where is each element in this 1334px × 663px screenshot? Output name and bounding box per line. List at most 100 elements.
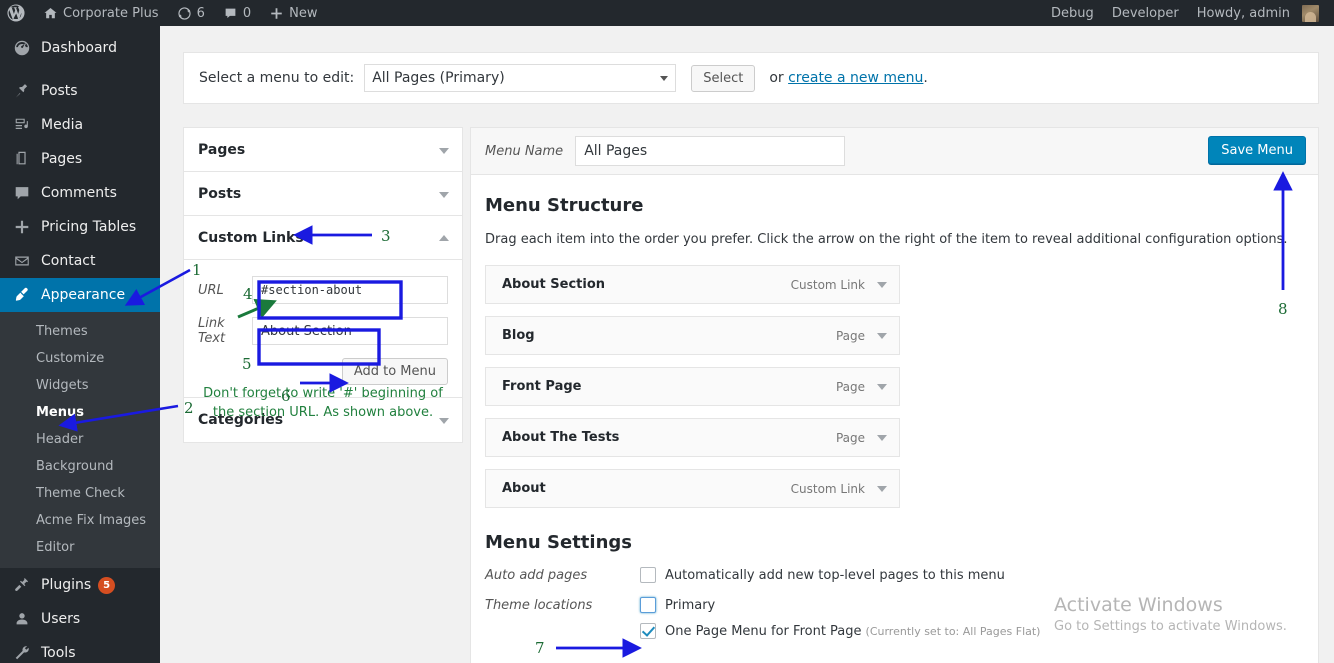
sidebar-item-editor[interactable]: Editor <box>0 534 160 561</box>
submenu-item-label: Themes <box>36 324 88 339</box>
menu-item-row[interactable]: Front Page Page <box>485 367 900 406</box>
link-text-input[interactable]: About Section <box>252 317 448 345</box>
user-icon <box>12 609 32 629</box>
accordion-title: Posts <box>198 185 242 202</box>
sidebar-item-pricing-tables[interactable]: Pricing Tables <box>0 210 160 244</box>
location-primary-checkbox[interactable] <box>640 597 656 613</box>
updates-icon <box>177 6 192 21</box>
accordion-title: Custom Links <box>198 229 304 246</box>
chevron-down-icon <box>877 434 887 441</box>
menu-item-row[interactable]: About Custom Link <box>485 469 900 508</box>
sidebar-item-background[interactable]: Background <box>0 453 160 480</box>
sidebar-item-dashboard[interactable]: Dashboard <box>0 31 160 65</box>
sidebar-item-posts[interactable]: Posts <box>0 74 160 108</box>
sidebar-item-label: Media <box>41 117 84 133</box>
menu-item-row[interactable]: About Section Custom Link <box>485 265 900 304</box>
comments-menu[interactable]: 0 <box>214 0 260 26</box>
submenu-item-label: Theme Check <box>36 486 125 501</box>
theme-locations-row: Theme locations Primary One Page Menu fo… <box>485 597 1304 639</box>
sidebar-item-contact[interactable]: Contact <box>0 244 160 278</box>
url-field-row: URL #section-about <box>198 276 448 304</box>
menu-item-toggle[interactable] <box>865 383 899 390</box>
create-new-menu-link[interactable]: create a new menu <box>788 70 923 86</box>
submenu-item-label: Customize <box>36 351 105 366</box>
chevron-down-icon <box>877 281 887 288</box>
submenu-item-label: Acme Fix Images <box>36 513 147 528</box>
menu-name-input[interactable]: All Pages <box>575 136 846 166</box>
menu-item-row[interactable]: Blog Page <box>485 316 900 355</box>
updates-menu[interactable]: 6 <box>168 0 214 26</box>
link-text-field-row: Link Text About Section <box>198 316 448 346</box>
sidebar-item-customize[interactable]: Customize <box>0 345 160 372</box>
site-name-label: Corporate Plus <box>63 5 159 21</box>
accordion-header-posts[interactable]: Posts <box>184 172 462 216</box>
auto-add-pages-checkbox-line[interactable]: Automatically add new top-level pages to… <box>640 567 1005 583</box>
sidebar-item-comments[interactable]: Comments <box>0 176 160 210</box>
location-primary-text: Primary <box>665 597 716 613</box>
menu-name-bar: Menu Name All Pages Save Menu <box>471 128 1318 175</box>
location-primary-line[interactable]: Primary <box>640 597 1040 613</box>
dashboard-icon <box>12 38 32 58</box>
or-suffix: . <box>923 70 928 86</box>
sidebar-item-widgets[interactable]: Widgets <box>0 372 160 399</box>
auto-add-pages-checkbox[interactable] <box>640 567 656 583</box>
sidebar-item-media[interactable]: Media <box>0 108 160 142</box>
hint-note: Don't forget to write '#' beginning of t… <box>203 386 443 420</box>
menu-item-toggle[interactable] <box>865 281 899 288</box>
auto-add-pages-options: Automatically add new top-level pages to… <box>640 567 1005 583</box>
sidebar-item-menus[interactable]: Menus <box>0 399 160 426</box>
sidebar-item-header[interactable]: Header <box>0 426 160 453</box>
wordpress-logo-menu[interactable] <box>0 0 34 26</box>
sidebar-item-label: Posts <box>41 83 78 99</box>
sidebar-item-plugins[interactable]: Plugins 5 <box>0 568 160 602</box>
admin-bar: Corporate Plus 6 0 New Debug Developer H… <box>0 0 1334 26</box>
chevron-down-icon <box>877 485 887 492</box>
sidebar-item-appearance[interactable]: Appearance <box>0 278 168 312</box>
add-to-menu-button[interactable]: Add to Menu <box>341 358 448 385</box>
howdy-label: Howdy, admin <box>1196 5 1290 21</box>
submenu-item-label: Menus <box>36 405 85 420</box>
sidebar-item-theme-check[interactable]: Theme Check <box>0 480 160 507</box>
developer-menu[interactable]: Developer <box>1103 0 1188 26</box>
menu-item-toggle[interactable] <box>865 332 899 339</box>
submenu-item-label: Background <box>36 459 114 474</box>
plus-icon <box>269 6 284 21</box>
chevron-down-icon <box>660 76 669 81</box>
content-area: Select a menu to edit: All Pages (Primar… <box>160 26 1334 663</box>
menu-item-toggle[interactable] <box>865 434 899 441</box>
sidebar-item-themes[interactable]: Themes <box>0 318 160 345</box>
sidebar-item-label: Users <box>41 611 81 627</box>
account-menu[interactable]: Howdy, admin <box>1188 0 1328 26</box>
comments-icon <box>12 183 32 203</box>
menu-items-list: About Section Custom Link Blog Page Fron… <box>485 265 1304 508</box>
admin-bar-left: Corporate Plus 6 0 New <box>0 0 327 26</box>
select-menu-label: Select a menu to edit: <box>199 70 355 86</box>
submenu-item-label: Widgets <box>36 378 89 393</box>
location-one-page-menu-text: One Page Menu for Front Page <box>665 623 862 639</box>
location-one-page-menu-line[interactable]: One Page Menu for Front Page (Currently … <box>640 623 1040 639</box>
menu-select[interactable]: All Pages (Primary) <box>364 64 677 92</box>
accordion-header-pages[interactable]: Pages <box>184 128 462 172</box>
sidebar-item-users[interactable]: Users <box>0 602 160 636</box>
sidebar-item-acme-fix-images[interactable]: Acme Fix Images <box>0 507 160 534</box>
url-input[interactable]: #section-about <box>252 276 448 304</box>
sidebar-item-pages[interactable]: Pages <box>0 142 160 176</box>
sidebar-item-label: Tools <box>41 645 76 661</box>
sidebar-item-label: Plugins <box>41 577 92 593</box>
sidebar-item-tools[interactable]: Tools <box>0 636 160 663</box>
sidebar-item-label: Pricing Tables <box>41 219 137 235</box>
menu-item-row[interactable]: About The Tests Page <box>485 418 900 457</box>
debug-label: Debug <box>1051 5 1094 21</box>
menu-item-toggle[interactable] <box>865 485 899 492</box>
debug-menu[interactable]: Debug <box>1042 0 1103 26</box>
sidebar-item-label: Comments <box>41 185 117 201</box>
custom-links-body: URL #section-about Link Text About Secti… <box>184 260 462 398</box>
save-menu-button[interactable]: Save Menu <box>1208 136 1306 164</box>
accordion-header-custom-links[interactable]: Custom Links <box>184 216 462 260</box>
select-button[interactable]: Select <box>691 64 756 92</box>
site-name-menu[interactable]: Corporate Plus <box>34 0 168 26</box>
create-menu-text: or create a new menu. <box>769 70 928 86</box>
location-one-page-menu-checkbox[interactable] <box>640 623 656 639</box>
pages-icon <box>12 149 32 169</box>
new-content-menu[interactable]: New <box>260 0 326 26</box>
